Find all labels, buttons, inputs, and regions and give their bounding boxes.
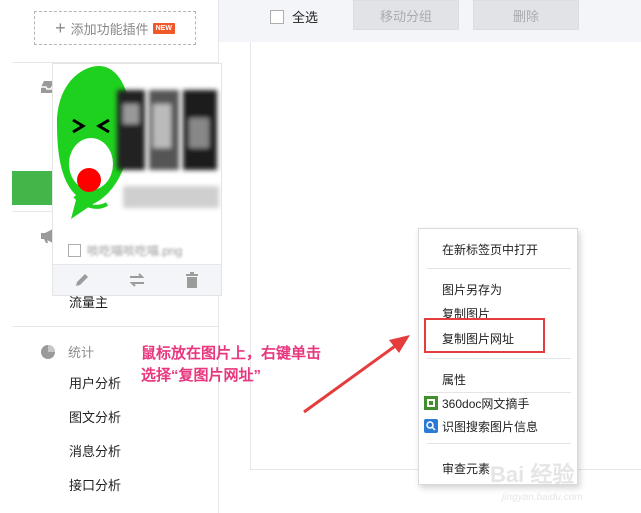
card-checkbox[interactable] xyxy=(68,243,81,257)
delete-button[interactable]: 删除 xyxy=(473,0,579,30)
section-title-stats: 统计 xyxy=(40,342,94,361)
sidebar-divider xyxy=(12,326,219,327)
add-plugin-button[interactable]: + 添加功能插件 NEW xyxy=(34,11,196,45)
highlight-box xyxy=(424,318,545,353)
plus-icon: + xyxy=(55,18,66,38)
menu-separator xyxy=(427,443,571,444)
annotation-line-2: 选择“复图片网址” xyxy=(141,367,262,384)
menu-item-properties[interactable]: 属性 xyxy=(442,371,466,388)
menu-item-inspect[interactable]: 审查元素 xyxy=(442,460,490,477)
move-group-button[interactable]: 移动分组 xyxy=(353,0,459,30)
move-icon[interactable] xyxy=(128,271,146,289)
baidu-watermark: Bai 经验 jingyan.baidu.com xyxy=(486,452,636,507)
image-card[interactable]: 啖吃喵啖吃喵.png xyxy=(52,63,222,296)
trash-icon[interactable] xyxy=(183,271,201,289)
sidebar-item-message-analysis[interactable]: 消息分析 xyxy=(12,435,219,469)
menu-separator xyxy=(427,358,571,359)
edit-icon[interactable] xyxy=(73,271,91,289)
image-search-icon xyxy=(424,419,438,433)
card-name-row: 啖吃喵啖吃喵.png xyxy=(53,236,221,264)
menu-item-image-search[interactable]: 识图搜索图片信息 xyxy=(442,418,538,435)
menu-item-open-new-tab[interactable]: 在新标签页中打开 xyxy=(442,241,538,258)
instruction-annotation: 鼠标放在图片上，右键单击 选择“复图片网址” xyxy=(141,343,321,387)
watermark-url: jingyan.baidu.com xyxy=(500,492,583,503)
annotation-line-1: 鼠标放在图片上，右键单击 xyxy=(141,345,322,362)
select-all-checkbox[interactable]: 全选 xyxy=(270,7,318,26)
mascot-logo-image xyxy=(57,66,219,219)
menu-item-save-image[interactable]: 图片另存为 xyxy=(442,281,502,298)
baidu-paw-logo: Bai 经验 jingyan.baidu.com xyxy=(490,462,583,503)
360doc-icon xyxy=(424,396,438,410)
sidebar-item-article-analysis[interactable]: 图文分析 xyxy=(12,401,219,435)
menu-separator xyxy=(427,392,571,393)
context-menu: 在新标签页中打开 图片另存为 复制图片 复制图片网址 属性 360doc网文摘手… xyxy=(418,228,578,485)
image-thumbnail[interactable] xyxy=(53,64,221,236)
checkbox[interactable] xyxy=(270,9,284,24)
add-plugin-label: 添加功能插件 xyxy=(70,21,149,37)
watermark-brand: Bai 经验 xyxy=(490,462,574,487)
menu-separator xyxy=(427,268,571,269)
menu-item-360doc[interactable]: 360doc网文摘手 xyxy=(442,395,529,412)
select-all-label: 全选 xyxy=(292,10,319,25)
image-file-name: 啖吃喵啖吃喵.png xyxy=(87,243,183,258)
new-badge: NEW xyxy=(152,22,175,34)
card-actions xyxy=(53,264,221,295)
pie-chart-icon xyxy=(41,344,55,359)
toolbar: 全选 移动分组 删除 xyxy=(219,0,641,42)
sidebar-item-api-analysis[interactable]: 接口分析 xyxy=(12,469,219,503)
